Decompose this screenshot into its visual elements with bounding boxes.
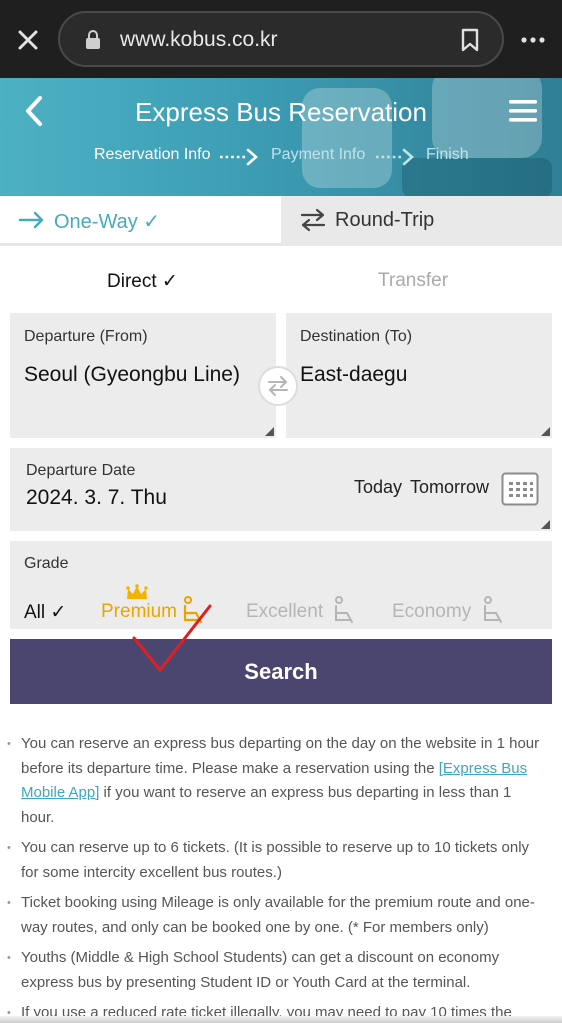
- close-icon[interactable]: [14, 26, 42, 54]
- tab-round-trip-label: Round-Trip: [335, 209, 435, 231]
- bookmark-icon[interactable]: [460, 28, 480, 52]
- notice-list: You can reserve an express bus departing…: [0, 732, 562, 1023]
- notice-item: You can reserve an express bus departing…: [0, 732, 562, 830]
- destination-label: Destination (To): [300, 328, 413, 345]
- destination-field[interactable]: Destination (To) East-daegu: [286, 313, 552, 438]
- route-transfer-option[interactable]: Transfer: [378, 270, 448, 292]
- tomorrow-button[interactable]: Tomorrow: [410, 477, 489, 498]
- notice-item: You can reserve up to 6 tickets. (It is …: [0, 836, 562, 885]
- grade-premium-option[interactable]: Premium: [101, 601, 177, 623]
- arrow-right-icon: [18, 211, 44, 229]
- route-direct-option[interactable]: Direct ✓: [107, 270, 178, 293]
- date-value: 2024. 3. 7. Thu: [26, 486, 167, 509]
- more-icon[interactable]: [518, 28, 548, 52]
- departure-date-field[interactable]: Departure Date 2024. 3. 7. Thu Today Tom…: [10, 448, 552, 531]
- swap-route-button[interactable]: [258, 366, 298, 406]
- step-payment-info: Payment Info: [271, 146, 366, 163]
- url-text: www.kobus.co.kr: [120, 28, 278, 51]
- crown-icon: [126, 584, 148, 599]
- search-button[interactable]: Search: [10, 639, 552, 704]
- step-arrow-icon: [376, 148, 414, 166]
- departure-label: Departure (From): [24, 328, 148, 345]
- calendar-icon[interactable]: [501, 472, 539, 506]
- seat-icon: [335, 596, 353, 623]
- today-button[interactable]: Today: [354, 477, 402, 498]
- grade-label: Grade: [24, 555, 69, 572]
- seat-icon: [183, 596, 203, 624]
- step-reservation-info: Reservation Info: [94, 146, 211, 163]
- corner-indicator: [541, 520, 550, 529]
- departure-value: Seoul (Gyeongbu Line): [24, 363, 240, 386]
- browser-toolbar: www.kobus.co.kr: [0, 0, 562, 78]
- date-label: Departure Date: [26, 462, 136, 479]
- step-finish: Finish: [426, 146, 469, 163]
- destination-value: East-daegu: [300, 363, 408, 386]
- grade-economy-option[interactable]: Economy: [392, 601, 471, 623]
- notice-item: Ticket booking using Mileage is only ava…: [0, 891, 562, 940]
- swap-icon: [300, 208, 326, 232]
- notice-item: Youths (Middle & High School Students) c…: [0, 946, 562, 995]
- lock-icon: [86, 30, 100, 49]
- bottom-bar-shadow: [0, 1016, 562, 1023]
- tab-one-way-label: One-Way ✓: [54, 211, 161, 233]
- menu-icon[interactable]: [508, 98, 538, 124]
- address-bar[interactable]: www.kobus.co.kr: [58, 11, 504, 67]
- corner-indicator: [541, 427, 550, 436]
- corner-indicator: [265, 427, 274, 436]
- grade-excellent-option[interactable]: Excellent: [246, 601, 323, 623]
- progress-steps: Reservation Info Payment Info Finish: [0, 146, 562, 170]
- departure-field[interactable]: Departure (From) Seoul (Gyeongbu Line): [10, 313, 276, 438]
- bus-seat-background: [302, 78, 552, 196]
- tab-round-trip[interactable]: Round-Trip: [281, 196, 562, 246]
- page-title: Express Bus Reservation: [135, 97, 427, 127]
- step-arrow-icon: [220, 148, 258, 166]
- grade-all-option[interactable]: All ✓: [24, 601, 66, 624]
- trip-type-tabs: One-Way ✓ Round-Trip: [0, 196, 562, 246]
- page-header: Express Bus Reservation Reservation Info…: [0, 78, 562, 196]
- seat-icon: [484, 596, 502, 623]
- tab-one-way[interactable]: One-Way ✓: [0, 196, 281, 246]
- swap-icon: [268, 376, 288, 396]
